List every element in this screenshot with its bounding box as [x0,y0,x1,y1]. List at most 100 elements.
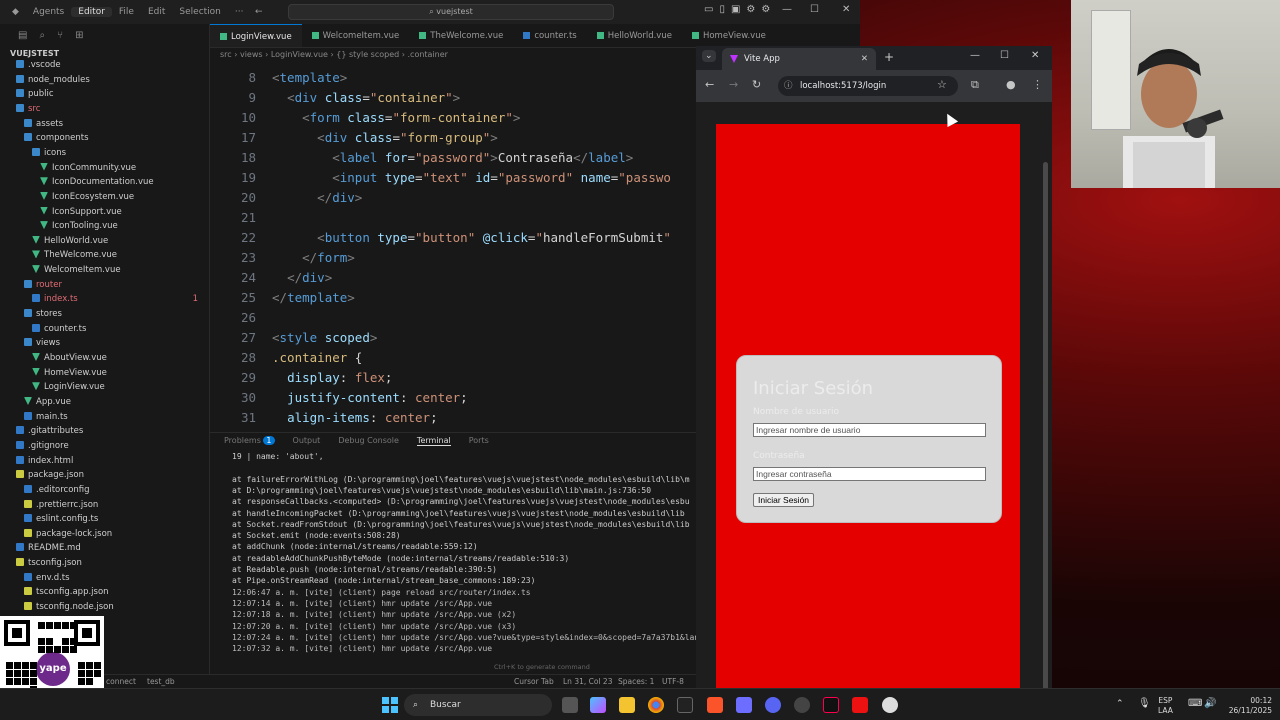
layout-icons[interactable]: ▭▯▣⚙⚙ [704,4,776,15]
tree-item[interactable]: AboutView.vue [32,351,208,365]
tree-item[interactable]: LoginView.vue [32,380,208,394]
tree-item[interactable]: stores [24,307,208,321]
tree-item[interactable]: TheWelcome.vue [32,248,208,262]
files-icon[interactable]: ▤ [18,30,27,41]
tab-output[interactable]: Output [293,436,321,446]
login-button[interactable]: Iniciar Sesión [753,493,815,507]
tab-problems[interactable]: Problems 1 [224,436,275,446]
status-connect[interactable]: connect [106,677,136,686]
tree-item[interactable]: HelloWorld.vue [32,234,208,248]
tree-item[interactable]: package-lock.json [24,527,208,541]
status-cursor-tab[interactable]: Cursor Tab [514,677,554,686]
tree-item[interactable]: tsconfig.json [16,556,208,570]
tab-list-icon[interactable]: ⌄ [702,50,716,62]
tree-item[interactable]: README.md [16,541,208,555]
tree-item[interactable]: .gitignore [16,439,208,453]
tree-item[interactable]: IconDocumentation.vue [40,175,208,189]
new-tab-icon[interactable]: + [884,50,894,64]
tree-item[interactable]: .prettierrc.json [24,498,208,512]
code-area[interactable]: 8 <template> 9 <div class="container"> 10 <… [210,68,696,430]
tree-item[interactable]: .vscode [16,58,208,72]
tree-item[interactable]: components [24,131,208,145]
editor-tab[interactable]: TheWelcome.vue [409,24,513,47]
menu-file[interactable]: File [112,7,141,17]
editor-tab[interactable]: HelloWorld.vue [587,24,682,47]
close-icon[interactable]: ✕ [1031,50,1039,61]
back-icon[interactable]: ← [705,78,714,91]
status-encoding[interactable]: UTF-8 [662,677,684,686]
page-scrollbar[interactable] [1043,162,1048,720]
menu-icon[interactable]: ⋮ [1032,78,1043,91]
tree-item[interactable]: eslint.config.ts [24,512,208,526]
tab-terminal[interactable]: Terminal [416,436,451,446]
password-input[interactable]: Ingresar contraseña [753,467,986,481]
status-db[interactable]: test_db [147,677,175,686]
reload-icon[interactable]: ↻ [752,78,761,91]
tree-item[interactable]: index.ts 1 [32,292,208,306]
volume-icon[interactable]: 🔊 [1204,698,1216,709]
tree-item[interactable]: counter.ts [32,322,208,336]
tree-item[interactable]: IconTooling.vue [40,219,208,233]
tree-item[interactable]: assets [24,117,208,131]
file-explorer-icon[interactable] [619,697,635,713]
maximize-icon[interactable]: ☐ [1000,50,1009,61]
nav-back-icon[interactable]: ← [248,7,270,17]
tree-item[interactable]: IconCommunity.vue [40,161,208,175]
extensions-icon[interactable]: ⧉ [971,78,979,92]
site-info-icon[interactable]: ⓘ [784,76,793,96]
extensions-icon[interactable]: ⊞ [75,30,83,41]
tree-item[interactable]: tsconfig.app.json [24,585,208,599]
tree-item[interactable]: env.d.ts [24,571,208,585]
tree-item[interactable]: tsconfig.node.json [24,600,208,614]
discord-icon[interactable] [765,697,781,713]
tree-item[interactable]: IconEcosystem.vue [40,190,208,204]
profile-icon[interactable]: ● [1006,78,1016,91]
editor-tab[interactable]: counter.ts [513,24,586,47]
bookmark-icon[interactable]: ☆ [937,78,947,91]
tree-item[interactable]: icons [32,146,208,160]
tab-close-icon[interactable]: ✕ [861,48,868,70]
taskbar-search[interactable]: ⌕ Buscar [404,694,552,716]
forward-icon[interactable]: → [729,78,738,91]
browser-tab[interactable]: Vite App ✕ [722,48,876,70]
app-icon-3[interactable] [852,697,868,713]
chatgpt-icon[interactable] [882,697,898,713]
brave-icon[interactable] [707,697,723,713]
source-control-icon[interactable]: ⑂ [57,30,63,41]
breadcrumb[interactable]: src › views › LoginView.vue › {} style s… [220,50,448,59]
tree-item[interactable]: WelcomeItem.vue [32,263,208,277]
tree-item[interactable]: IconSupport.vue [40,205,208,219]
tree-item[interactable]: HomeView.vue [32,366,208,380]
tray-chevron-icon[interactable]: ⌃ [1116,699,1124,709]
tree-item[interactable]: node_modules [16,73,208,87]
menu-edit[interactable]: Edit [141,7,172,17]
close-icon[interactable]: ✕ [842,4,850,15]
tree-item[interactable]: views [24,336,208,350]
start-icon[interactable] [382,697,398,713]
tree-item[interactable]: package.json [16,468,208,482]
mic-icon[interactable]: 🎙 [1138,698,1151,709]
tree-item[interactable]: .editorconfig [24,483,208,497]
copilot-icon[interactable] [590,697,606,713]
address-bar[interactable]: ⓘ localhost:5173/login [778,76,958,96]
editor-tab[interactable]: HomeView.vue [682,24,776,47]
search-icon[interactable]: ⌕ [39,30,45,41]
clock[interactable]: 00:12 26/11/2025 [1226,696,1272,716]
tree-item[interactable]: public [16,87,208,101]
tree-item[interactable]: router [24,278,208,292]
tab-ports[interactable]: Ports [469,436,489,446]
tab-debug-console[interactable]: Debug Console [338,436,399,446]
cursor-app-icon[interactable] [677,697,693,713]
status-spaces[interactable]: Spaces: 1 [618,677,654,686]
menu-agents[interactable]: Agents [26,7,71,17]
app-icon[interactable] [736,697,752,713]
username-input[interactable]: Ingresar nombre de usuario [753,423,986,437]
network-icon[interactable]: ⌨ [1188,698,1202,709]
minimize-icon[interactable]: — [970,50,980,61]
menu-editor[interactable]: Editor [71,7,112,17]
menu-selection[interactable]: Selection [172,7,227,17]
tree-item[interactable]: .gitattributes [16,424,208,438]
command-search-input[interactable]: ⌕ vuejstest [288,4,614,20]
app-icon-2[interactable] [794,697,810,713]
tree-item[interactable]: main.ts [24,410,208,424]
